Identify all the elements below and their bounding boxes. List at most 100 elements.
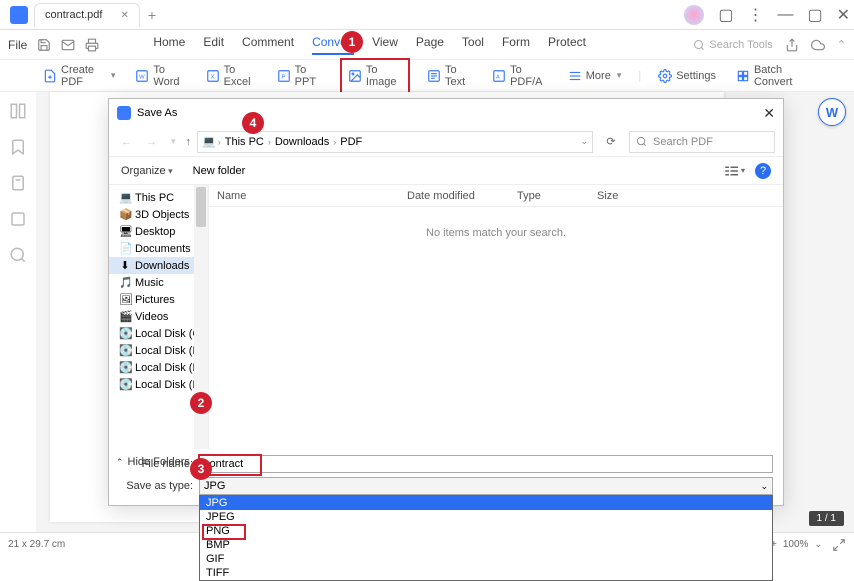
search-panel-icon[interactable] — [9, 246, 27, 264]
organize-button[interactable]: Organize — [121, 165, 173, 177]
ribbon-tab-comment[interactable]: Comment — [242, 35, 294, 55]
more-icon — [568, 69, 582, 83]
chevron-down-icon: ⌃ — [116, 457, 124, 468]
ribbon-tab-home[interactable]: Home — [153, 35, 185, 55]
ribbon-tab-tool[interactable]: Tool — [462, 35, 484, 55]
dialog-toolbar: Organize New folder ▾ ? — [109, 157, 783, 185]
file-menu[interactable]: File — [8, 38, 27, 52]
nav-forward-button[interactable]: → — [142, 136, 161, 148]
new-tab-button[interactable]: + — [148, 7, 156, 23]
search-icon — [636, 136, 647, 147]
page-dimensions: 21 x 29.7 cm — [8, 539, 65, 550]
to-text-button[interactable]: To Text — [424, 62, 475, 90]
fullscreen-icon[interactable] — [832, 538, 846, 552]
callout-3: 3 — [190, 458, 212, 480]
dialog-search-input[interactable]: Search PDF — [629, 131, 775, 153]
maximize-button[interactable]: ▢ — [807, 5, 822, 25]
filename-input[interactable]: contract — [199, 455, 773, 473]
search-tools[interactable]: Search Tools — [693, 39, 772, 51]
dialog-close-button[interactable]: ✕ — [763, 105, 775, 122]
more-button[interactable]: More ▾ — [565, 67, 625, 85]
to-word-button[interactable]: WTo Word — [132, 62, 188, 90]
nav-up-button[interactable]: ↑ — [186, 136, 192, 148]
callout-1: 1 — [341, 31, 363, 53]
nav-back-button[interactable]: ← — [117, 136, 136, 148]
callout-4: 4 — [242, 112, 264, 134]
comments-list-icon[interactable] — [9, 210, 27, 228]
type-option[interactable]: TIFF — [200, 566, 772, 580]
savetype-select[interactable]: JPG ⌄ — [199, 477, 773, 495]
type-option[interactable]: BMP — [200, 538, 772, 552]
collapse-ribbon-icon[interactable]: ⌃ — [837, 38, 846, 51]
dialog-navbar: ← → ▾ ↑ 💻 › This PC › Downloads › PDF ⌄ … — [109, 127, 783, 157]
batch-convert-button[interactable]: Batch Convert — [733, 62, 814, 90]
type-option[interactable]: GIF — [200, 552, 772, 566]
dialog-bottom: File name: contract Save as type: JPG ⌄ … — [109, 449, 783, 505]
word-icon: W — [135, 69, 149, 83]
side-rail — [0, 92, 36, 532]
pdfa-icon: A — [492, 69, 506, 83]
ribbon-tab-edit[interactable]: Edit — [203, 35, 224, 55]
document-tab[interactable]: contract.pdf ✕ — [34, 3, 140, 27]
save-as-dialog: Save As ✕ ← → ▾ ↑ 💻 › This PC › Download… — [108, 98, 784, 506]
thumbnails-icon[interactable] — [9, 102, 27, 120]
dialog-title: Save As — [137, 107, 177, 119]
excel-icon: X — [206, 69, 220, 83]
savetype-label: Save as type: — [119, 480, 199, 492]
ribbon-tab-page[interactable]: Page — [416, 35, 444, 55]
ribbon-tab-form[interactable]: Form — [502, 35, 530, 55]
user-avatar[interactable] — [684, 5, 704, 25]
gear-icon — [658, 69, 672, 83]
batch-icon — [736, 69, 750, 83]
to-excel-button[interactable]: XTo Excel — [203, 62, 260, 90]
nav-recent-icon[interactable]: ▾ — [167, 136, 180, 147]
callout-2: 2 — [190, 392, 212, 414]
bookmark-icon[interactable] — [9, 138, 27, 156]
breadcrumb[interactable]: 💻 › This PC › Downloads › PDF ⌄ — [197, 131, 593, 153]
column-headers[interactable]: Name Date modified Type Size — [209, 185, 783, 207]
save-icon[interactable] — [37, 38, 51, 52]
cloud-icon[interactable] — [811, 38, 825, 52]
attachment-icon[interactable] — [9, 174, 27, 192]
type-option[interactable]: JPG — [200, 496, 772, 510]
svg-text:W: W — [139, 74, 145, 80]
kebab-icon[interactable]: ⋮ — [747, 5, 763, 25]
new-folder-button[interactable]: New folder — [193, 165, 246, 177]
window-controls: ▢ ⋮ — ▢ ✕ — [684, 5, 850, 25]
text-icon — [427, 69, 441, 83]
titlebar: contract.pdf ✕ + ▢ ⋮ — ▢ ✕ — [0, 0, 854, 30]
ribbon-tab-protect[interactable]: Protect — [548, 35, 586, 55]
settings-button[interactable]: Settings — [655, 67, 719, 85]
to-image-button[interactable]: To Image — [340, 58, 410, 94]
dialog-titlebar: Save As ✕ — [109, 99, 783, 127]
search-icon — [693, 39, 705, 51]
page-counter: 1 / 1 — [809, 511, 844, 526]
type-option[interactable]: JPEG — [200, 510, 772, 524]
refresh-button[interactable]: ⟳ — [599, 135, 623, 148]
help-icon[interactable]: ? — [755, 163, 771, 179]
menubar: File Home Edit Comment Convert View Page… — [0, 30, 854, 60]
window-button[interactable]: ▢ — [718, 5, 733, 25]
svg-text:A: A — [496, 74, 500, 80]
close-window-button[interactable]: ✕ — [837, 5, 850, 25]
view-options-icon[interactable]: ▾ — [723, 164, 745, 178]
mail-icon[interactable] — [61, 38, 75, 52]
minimize-button[interactable]: — — [777, 6, 793, 24]
float-word-button[interactable]: W — [818, 98, 846, 126]
tab-close-icon[interactable]: ✕ — [120, 10, 128, 21]
to-pdfa-button[interactable]: ATo PDF/A — [489, 62, 551, 90]
to-ppt-button[interactable]: PTo PPT — [274, 62, 326, 90]
file-list[interactable]: Name Date modified Type Size No items ma… — [209, 185, 783, 449]
share-icon[interactable] — [785, 38, 799, 52]
document-tab-title: contract.pdf — [45, 9, 102, 21]
app-logo — [10, 6, 28, 24]
svg-text:P: P — [281, 74, 285, 80]
empty-message: No items match your search. — [209, 227, 783, 239]
ribbon-tab-view[interactable]: View — [372, 35, 398, 55]
print-icon[interactable] — [85, 38, 99, 52]
savetype-dropdown[interactable]: JPGJPEGPNGBMPGIFTIFF — [199, 495, 773, 581]
type-option[interactable]: PNG — [200, 524, 772, 538]
svg-text:X: X — [210, 74, 214, 80]
hide-folders-button[interactable]: ⌃ Hide Folders — [116, 456, 190, 468]
create-pdf-button[interactable]: Create PDF ▾ — [40, 62, 118, 90]
